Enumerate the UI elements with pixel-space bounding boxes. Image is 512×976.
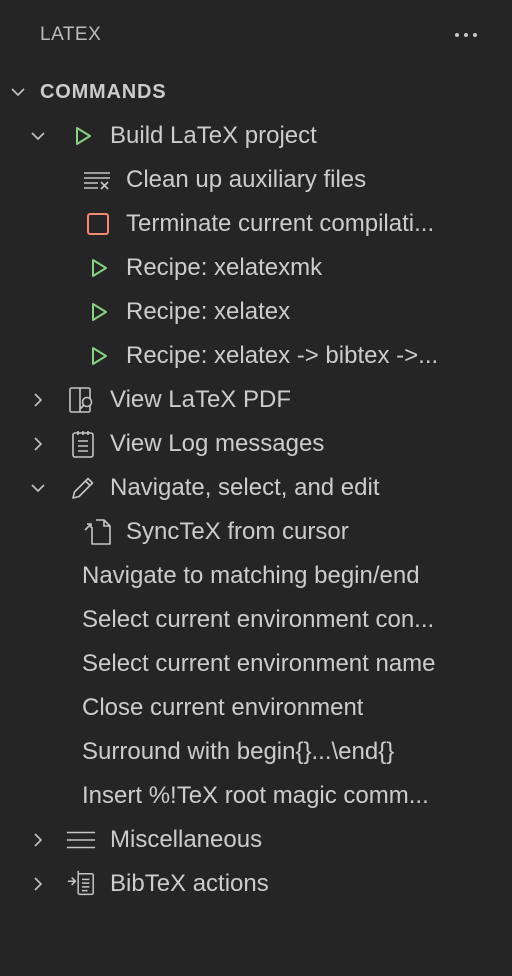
more-actions-icon[interactable] [448,22,484,48]
tree-item-label: Navigate, select, and edit [110,474,380,501]
tree-item-label: Recipe: xelatex -> bibtex ->... [126,342,439,369]
tree-item-bibtex[interactable]: BibTeX actions [0,862,512,906]
chevron-right-icon [30,876,46,892]
tree-item-label: Terminate current compilati... [126,210,435,237]
tree-item-label: Recipe: xelatexmk [126,254,323,281]
tree-item-synctex[interactable]: SyncTeX from cursor [0,510,512,554]
chevron-down-icon [30,128,46,144]
play-icon [84,297,114,327]
tree-item-navigate[interactable]: Navigate, select, and edit [0,466,512,510]
play-icon [84,253,114,283]
references-icon [66,869,96,899]
tree-item-select-content[interactable]: Select current environment con... [0,598,512,642]
tree-item-clean[interactable]: Clean up auxiliary files [0,158,512,202]
tree-item-select-name[interactable]: Select current environment name [0,642,512,686]
output-icon [68,429,98,459]
tree-item-build[interactable]: Build LaTeX project [0,114,512,158]
tree-item-close-env[interactable]: Close current environment [0,686,512,730]
tree-item-label: Select current environment name [82,650,436,677]
tree-item-magic-comment[interactable]: Insert %!TeX root magic comm... [0,774,512,818]
go-to-file-icon [82,517,112,547]
tree-item-label: SyncTeX from cursor [126,518,349,545]
tree-item-matching[interactable]: Navigate to matching begin/end [0,554,512,598]
tree-item-label: Miscellaneous [110,826,263,853]
tree-item-view-log[interactable]: View Log messages [0,422,512,466]
tree-item-recipe-xelatexmk[interactable]: Recipe: xelatexmk [0,246,512,290]
tree-item-label: Clean up auxiliary files [126,166,367,193]
clear-all-icon [82,165,112,195]
tree-item-label: Recipe: xelatex [126,298,291,325]
chevron-right-icon [30,392,46,408]
menu-icon [66,825,96,855]
tree-item-recipe-bibtex[interactable]: Recipe: xelatex -> bibtex ->... [0,334,512,378]
chevron-right-icon [30,436,46,452]
tree-item-misc[interactable]: Miscellaneous [0,818,512,862]
tree-item-label: View LaTeX PDF [110,386,291,413]
tree-item-label: Navigate to matching begin/end [82,562,420,589]
play-icon [68,121,98,151]
tree-item-terminate[interactable]: Terminate current compilati... [0,202,512,246]
tree-item-label: View Log messages [110,430,325,457]
chevron-down-icon [10,84,26,100]
tree-item-label: Select current environment con... [82,606,435,633]
section-commands[interactable]: COMMANDS [0,70,512,114]
open-preview-icon [68,385,98,415]
stop-icon [83,209,113,239]
tree-item-label: Surround with begin{}...\end{} [82,738,395,765]
tree-item-label: BibTeX actions [110,870,269,897]
edit-icon [68,473,98,503]
tree-item-recipe-xelatex[interactable]: Recipe: xelatex [0,290,512,334]
tree-item-label: Build LaTeX project [110,122,317,149]
section-title: COMMANDS [40,80,167,103]
chevron-right-icon [30,832,46,848]
tree-item-surround[interactable]: Surround with begin{}...\end{} [0,730,512,774]
play-icon [84,341,114,371]
chevron-down-icon [30,480,46,496]
view-title: LATEX [40,24,102,45]
view-header: LATEX [0,0,512,70]
tree-item-label: Close current environment [82,694,364,721]
tree-item-label: Insert %!TeX root magic comm... [82,782,429,809]
tree-item-view-pdf[interactable]: View LaTeX PDF [0,378,512,422]
